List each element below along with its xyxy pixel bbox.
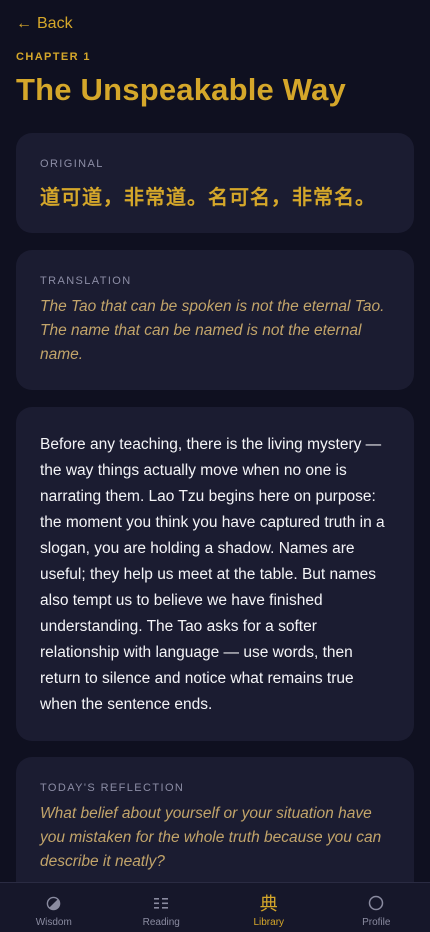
tab-library[interactable]: 典 Library xyxy=(215,883,323,932)
reflection-text: What belief about yourself or your situa… xyxy=(40,805,382,870)
original-label: ORIGINAL xyxy=(40,158,104,170)
back-arrow-icon: ← xyxy=(16,15,32,32)
tab-label: Wisdom xyxy=(35,917,72,928)
translation-label: TRANSLATION xyxy=(40,275,132,287)
original-card: ORIGINAL 道可道，非常道。名可名，非常名。 xyxy=(16,133,414,233)
tab-bar: Wisdom Reading 典 Library Profile xyxy=(0,882,430,932)
translation-card: TRANSLATION The Tao that can be spoken i… xyxy=(16,250,414,390)
tab-label: Library xyxy=(253,917,285,928)
reflection-label: TODAY'S REFLECTION xyxy=(40,782,185,794)
chapter-screen: ← Back CHAPTER 1 The Unspeakable Way ORI… xyxy=(0,0,430,932)
commentary-card: Before any teaching, there is the living… xyxy=(16,407,414,741)
commentary-text: Before any teaching, there is the living… xyxy=(40,436,385,713)
circle-icon xyxy=(368,895,384,911)
tab-label: Reading xyxy=(142,917,180,928)
tab-reading[interactable]: Reading xyxy=(108,883,216,932)
tab-wisdom[interactable]: Wisdom xyxy=(0,883,108,932)
tab-label: Profile xyxy=(362,917,391,928)
chapter-number: CHAPTER 1 xyxy=(16,51,91,63)
list-grid-icon xyxy=(153,895,169,911)
back-label: Back xyxy=(37,15,73,32)
page-title: The Unspeakable Way xyxy=(16,72,346,107)
library-glyph-icon: 典 xyxy=(259,894,278,915)
half-circle-icon xyxy=(46,895,62,911)
translation-text: The Tao that can be spoken is not the et… xyxy=(40,298,385,363)
back-button[interactable]: ← Back xyxy=(16,15,73,33)
tab-profile[interactable]: Profile xyxy=(323,883,430,932)
original-text: 道可道，非常道。名可名，非常名。 xyxy=(40,185,376,209)
